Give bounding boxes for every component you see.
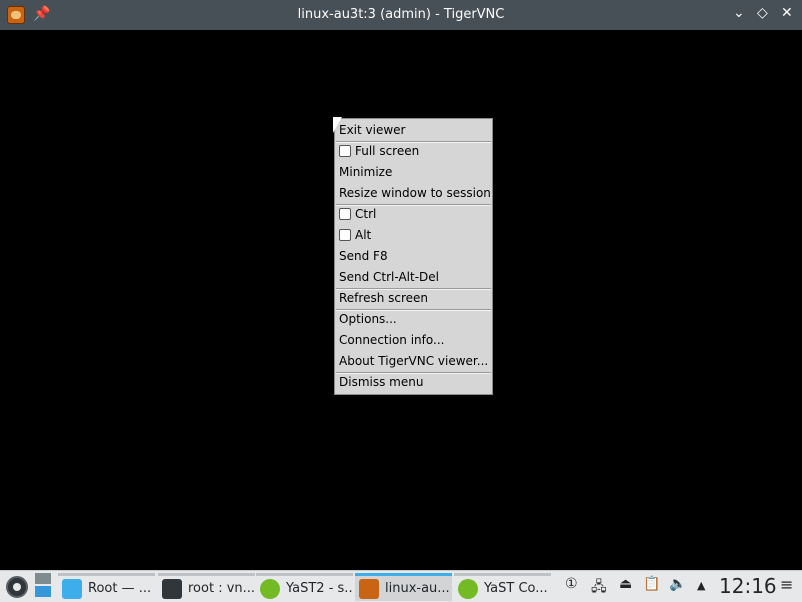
maximize-button[interactable]: ◇: [757, 5, 768, 21]
menu-item-send-ctrl-alt-del[interactable]: Send Ctrl-Alt-Del: [335, 267, 492, 288]
window-titlebar[interactable]: 📌 linux-au3t:3 (admin) - TigerVNC ⌄ ◇ ✕: [0, 0, 802, 30]
menu-item-exit-viewer[interactable]: Exit viewer: [335, 120, 492, 141]
menu-item-send-f8[interactable]: Send F8: [335, 246, 492, 267]
volume-icon[interactable]: 🔈: [669, 576, 686, 592]
menu-item-dismiss-menu[interactable]: Dismiss menu: [335, 372, 492, 393]
ctrl-checkbox[interactable]: [339, 208, 351, 220]
window-title: linux-au3t:3 (admin) - TigerVNC: [297, 7, 505, 22]
menu-item-alt[interactable]: Alt: [335, 225, 492, 246]
yast-icon: [260, 578, 280, 599]
taskbar-task-terminal[interactable]: root : vn...: [158, 573, 255, 601]
tigervnc-icon: [359, 578, 379, 599]
usb-device-icon[interactable]: ⏏: [619, 576, 632, 592]
menu-item-full-screen[interactable]: Full screen: [335, 141, 492, 162]
desktop-pager-icon[interactable]: [35, 573, 51, 598]
close-button[interactable]: ✕: [781, 5, 793, 21]
taskbar-task-yast2[interactable]: YaST2 - s...: [256, 573, 353, 601]
taskbar-task-file-manager[interactable]: Root — ...: [58, 573, 155, 601]
clock[interactable]: 12:16: [719, 574, 777, 598]
menu-item-connection-info[interactable]: Connection info...: [335, 330, 492, 351]
full-screen-checkbox[interactable]: [339, 145, 351, 157]
menu-item-ctrl[interactable]: Ctrl: [335, 204, 492, 225]
taskbar-task-tigervnc[interactable]: linux-au...: [355, 573, 452, 601]
menu-item-refresh-screen[interactable]: Refresh screen: [335, 288, 492, 309]
menu-item-minimize[interactable]: Minimize: [335, 162, 492, 183]
tigervnc-context-menu: Exit viewer Full screen Minimize Resize …: [334, 118, 493, 395]
tray-expand-icon[interactable]: ▲: [697, 579, 705, 592]
taskbar: Root — ... root : vn... YaST2 - s... lin…: [0, 570, 802, 602]
menu-item-about[interactable]: About TigerVNC viewer...: [335, 351, 492, 372]
yast-icon: [458, 578, 478, 599]
notifications-icon[interactable]: ①: [565, 576, 578, 592]
minimize-button[interactable]: ⌄: [733, 5, 745, 21]
menu-item-resize-window[interactable]: Resize window to session: [335, 183, 492, 204]
network-icon[interactable]: 🖧: [591, 576, 607, 600]
folder-icon: [62, 578, 82, 599]
clipboard-icon[interactable]: 📋: [643, 576, 660, 592]
mouse-cursor-icon: [332, 116, 343, 134]
application-launcher-icon[interactable]: [6, 576, 28, 598]
menu-item-options[interactable]: Options...: [335, 309, 492, 330]
terminal-icon: [162, 578, 182, 599]
panel-menu-icon[interactable]: ≡: [780, 575, 793, 594]
taskbar-task-yast-control[interactable]: YaST Co...: [454, 573, 551, 601]
alt-checkbox[interactable]: [339, 229, 351, 241]
